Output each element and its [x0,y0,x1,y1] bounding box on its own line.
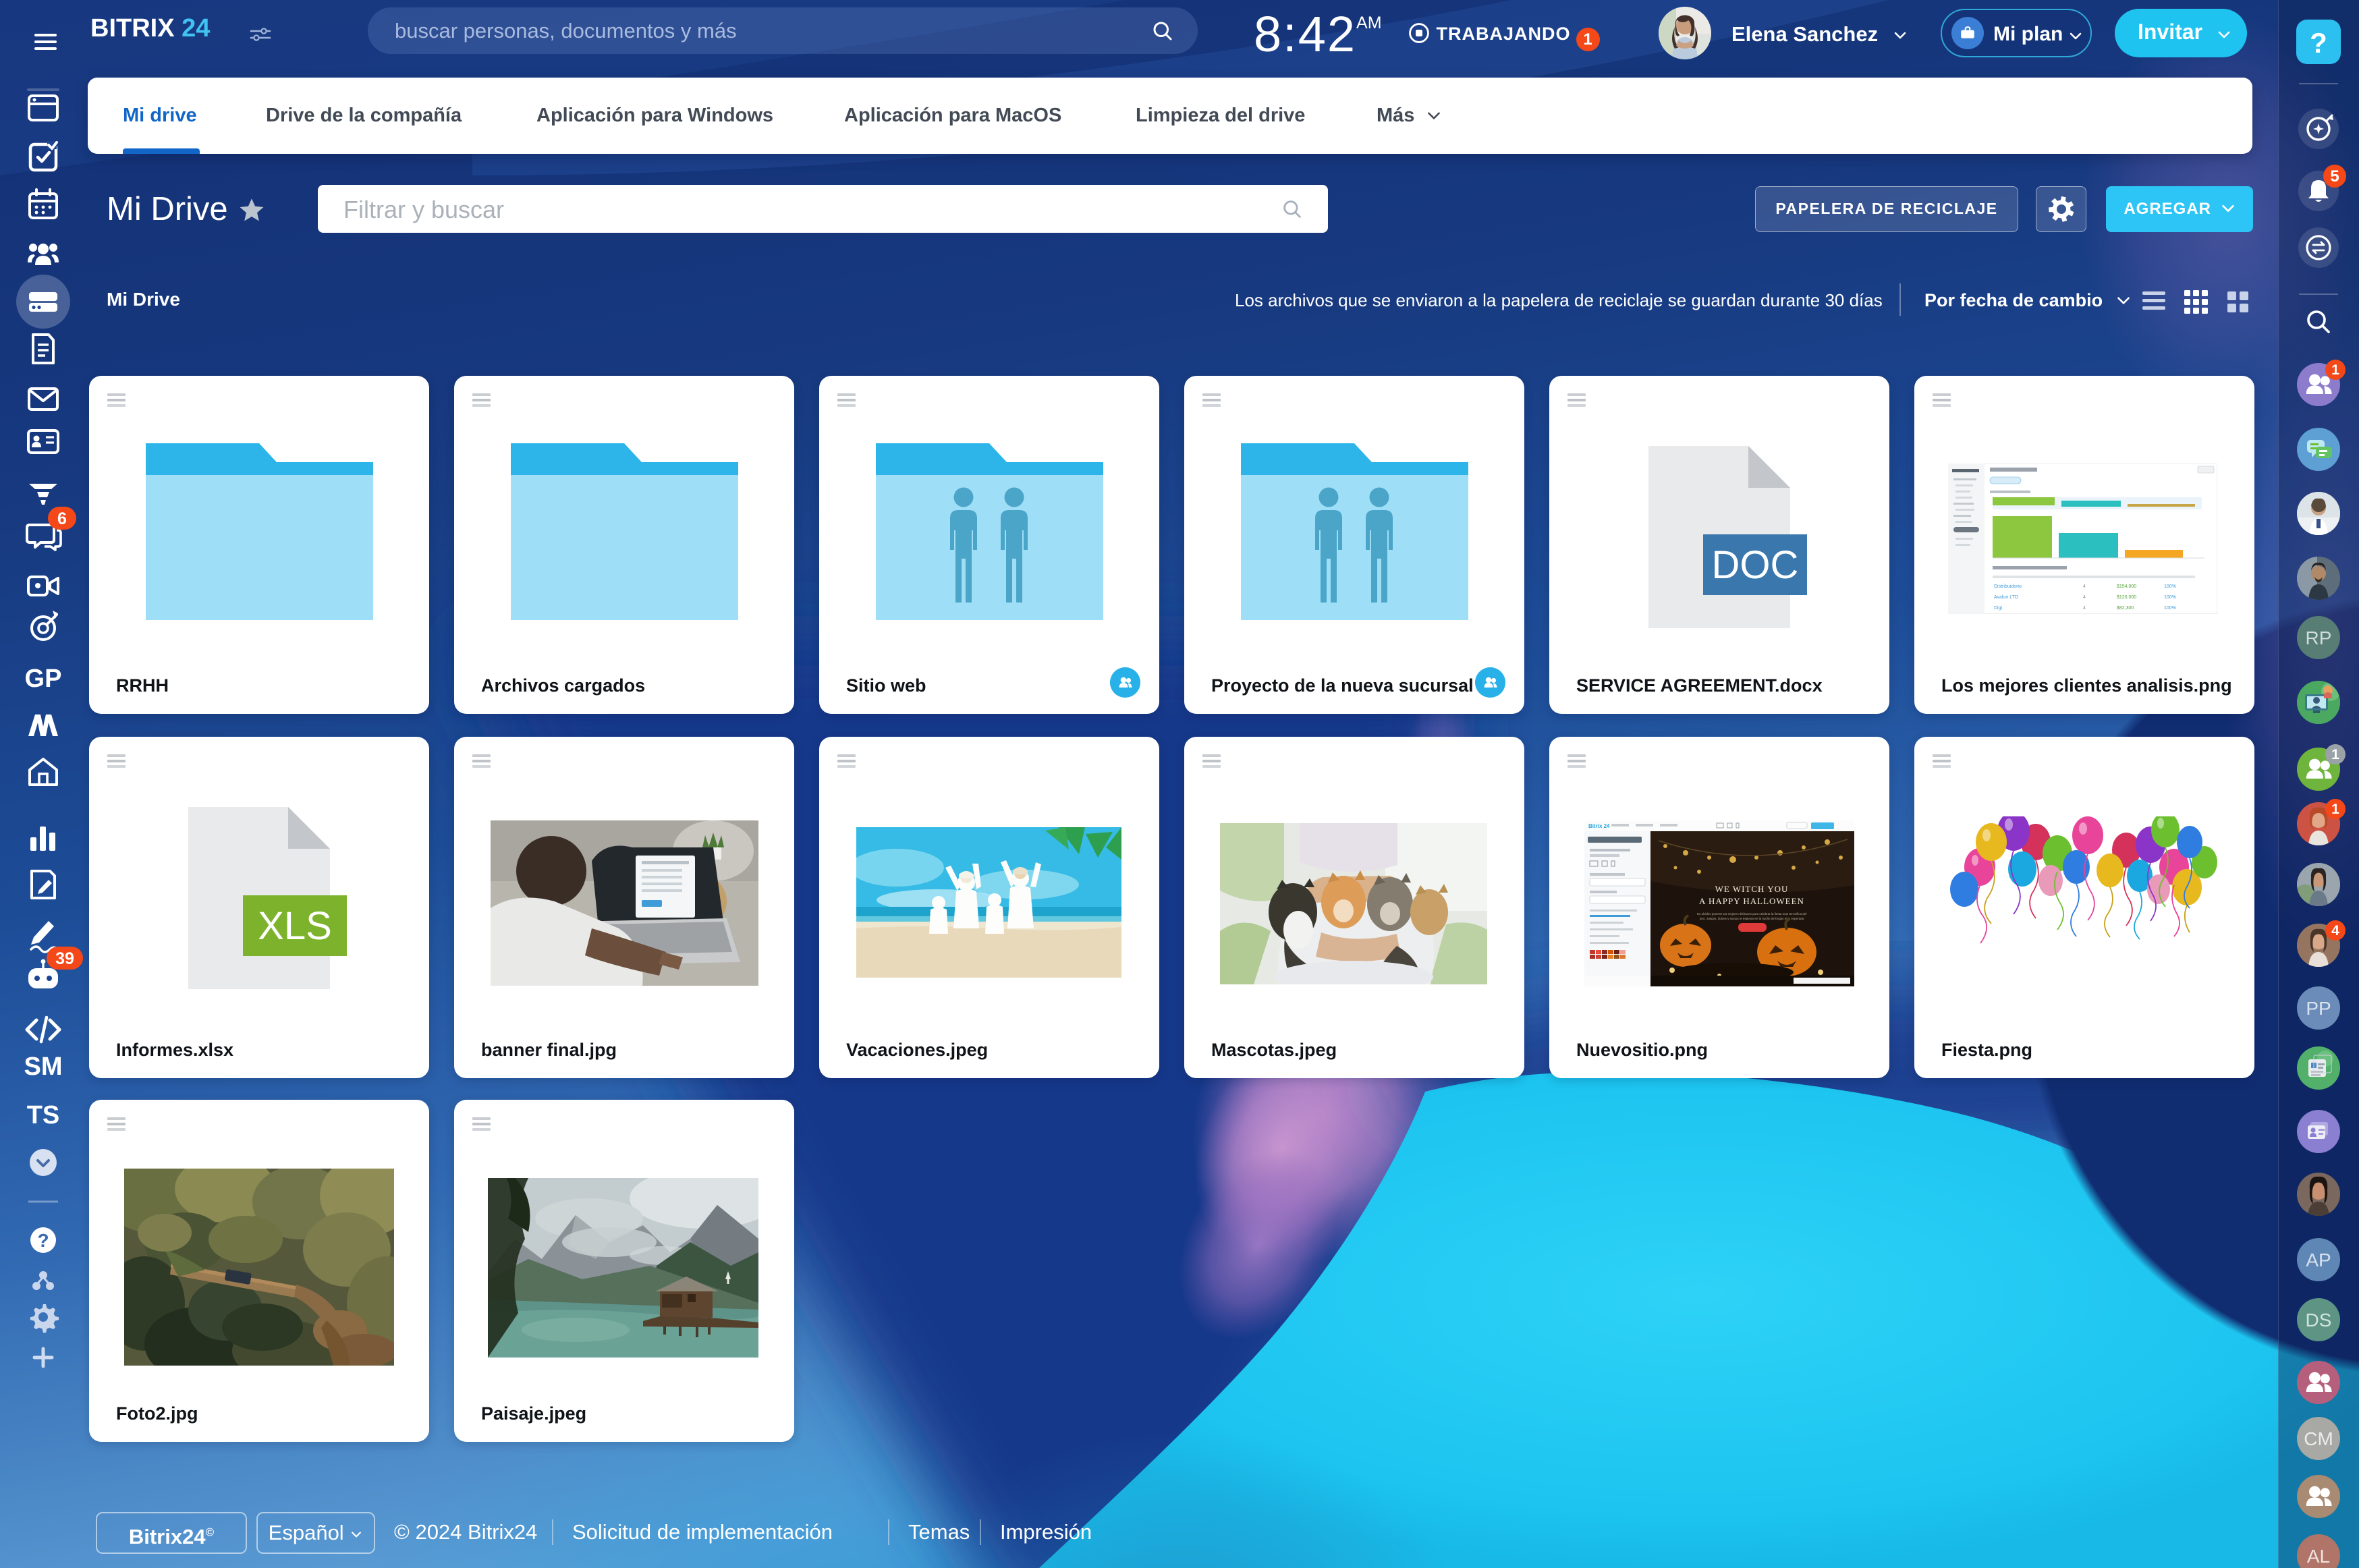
svg-text:RP: RP [2306,627,2332,648]
svg-text:Bitrix 24: Bitrix 24 [1588,823,1610,829]
svg-text:4: 4 [2083,595,2086,600]
svg-text:GP: GP [25,665,62,693]
svg-text:1: 1 [2331,362,2339,378]
svg-text:Distribuidorio: Distribuidorio [1994,584,2022,589]
svg-text:PP: PP [2306,998,2331,1019]
svg-text:6: 6 [57,509,67,528]
svg-text:XLS: XLS [258,904,332,948]
svg-text:100%: 100% [2164,595,2176,600]
svg-text:4: 4 [2331,923,2339,939]
svg-text:AL: AL [2307,1546,2330,1567]
svg-text:WE WITCH YOU: WE WITCH YOU [1715,884,1789,894]
svg-text:39: 39 [55,949,74,968]
svg-text:1: 1 [2331,802,2339,817]
svg-text:CM: CM [2304,1428,2333,1449]
svg-text:5: 5 [2330,167,2339,186]
svg-text:100%: 100% [2164,584,2176,589]
svg-text:TS: TS [27,1101,60,1129]
svg-text:$120,000: $120,000 [2117,595,2136,600]
svg-text:100%: 100% [2164,606,2176,611]
svg-text:$154,000: $154,000 [2117,584,2136,589]
svg-text:No olvides ponerte tus mejores: No olvides ponerte tus mejores disfraces… [1697,912,1807,916]
svg-text:A HAPPY HALLOWEEN: A HAPPY HALLOWEEN [1699,896,1804,906]
svg-text:SM: SM [24,1053,63,1081]
svg-text:Avalon LTD: Avalon LTD [1994,595,2018,600]
svg-text:?: ? [2310,27,2327,59]
svg-text:?: ? [37,1230,49,1251]
svg-text:4: 4 [2083,584,2086,589]
svg-text:DOC: DOC [1712,543,1799,587]
svg-text:4: 4 [2083,606,2086,611]
svg-text:$82,300: $82,300 [2117,606,2134,611]
svg-text:DS: DS [2306,1310,2332,1331]
svg-text:1: 1 [2331,747,2339,762]
svg-text:Digi: Digi [1994,606,2003,611]
svg-text:AP: AP [2306,1250,2331,1270]
